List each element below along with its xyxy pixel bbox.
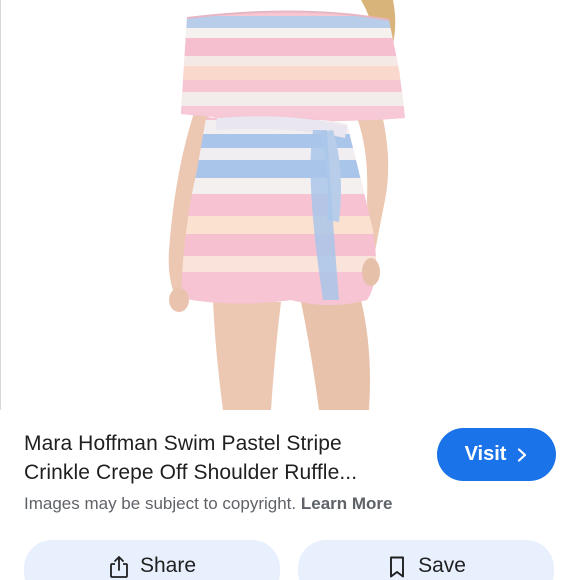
chevron-right-icon: [518, 447, 527, 462]
result-title-line-2: Crinkle Crepe Off Shoulder Ruffle...: [24, 461, 358, 484]
share-button[interactable]: Share: [24, 540, 280, 580]
bookmark-icon: [390, 556, 405, 578]
result-title-line-1: Mara Hoffman Swim Pastel Stripe: [24, 432, 342, 455]
copyright-notice: Images may be subject to copyright. Lear…: [24, 494, 544, 514]
image-result-viewer: Mara Hoffman Swim Pastel Stripe Crinkle …: [0, 0, 580, 580]
product-image[interactable]: [0, 0, 580, 410]
share-icon: [110, 556, 128, 578]
learn-more-link[interactable]: Learn More: [301, 494, 393, 513]
save-button[interactable]: Save: [298, 540, 554, 580]
copyright-text: Images may be subject to copyright.: [24, 494, 297, 513]
visit-button[interactable]: Visit: [437, 428, 556, 481]
share-label: Share: [139, 554, 197, 577]
save-label: Save: [418, 554, 466, 577]
result-title[interactable]: Mara Hoffman Swim Pastel Stripe Crinkle …: [24, 429, 424, 487]
left-leg: [213, 300, 281, 410]
right-leg: [301, 300, 370, 410]
visit-button-label: Visit: [464, 443, 507, 465]
